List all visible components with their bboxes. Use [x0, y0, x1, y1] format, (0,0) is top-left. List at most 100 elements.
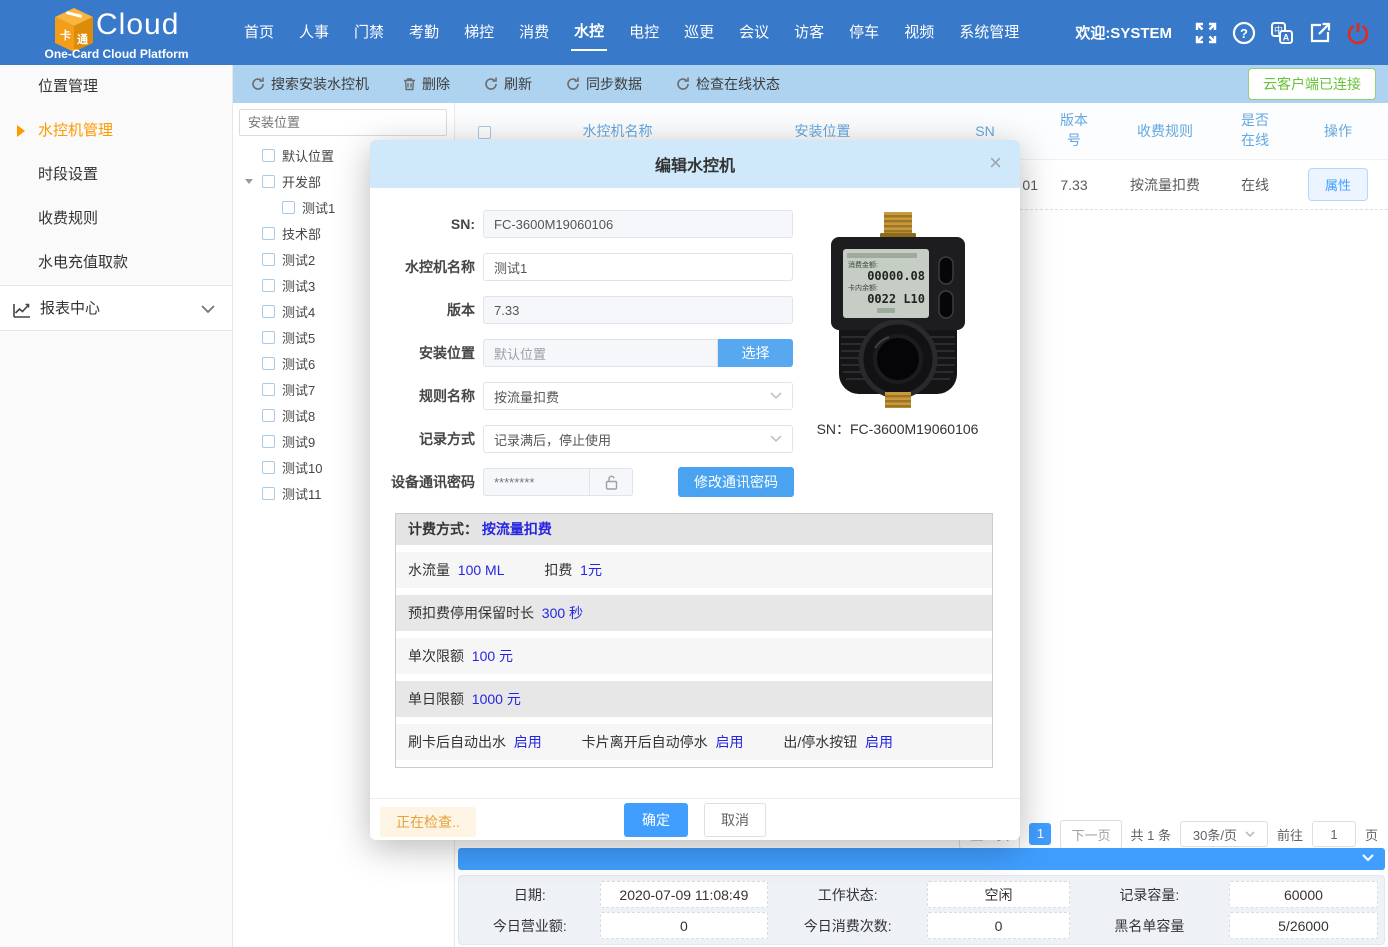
- cell-online-status: 在线: [1222, 175, 1288, 195]
- sn-label: SN:: [380, 216, 475, 232]
- single-limit-value-link[interactable]: 100 元: [472, 648, 513, 664]
- billing-method-row: 计费方式： 按流量扣费: [396, 514, 992, 545]
- nav-item-consume[interactable]: 消费: [516, 15, 552, 50]
- nav-item-patrol[interactable]: 巡更: [681, 15, 717, 50]
- status-label-today-revenue: 今日营业额:: [465, 912, 595, 939]
- svg-text:卡: 卡: [60, 28, 71, 42]
- status-label-today-consume-count: 今日消费次数:: [773, 912, 922, 939]
- col-header-fee-rule: 收费规则: [1108, 121, 1222, 141]
- cell-version: 7.33: [1040, 177, 1108, 193]
- checkbox[interactable]: [262, 409, 275, 422]
- nav-item-access[interactable]: 门禁: [351, 15, 387, 50]
- billing-method-label: 计费方式：: [408, 521, 478, 537]
- search-devices-button[interactable]: 搜索安装水控机: [251, 74, 369, 94]
- page-size-select[interactable]: 30条/页: [1180, 821, 1268, 847]
- flow-label: 水流量: [408, 562, 450, 578]
- select-all-checkbox[interactable]: [478, 126, 491, 139]
- edit-water-controller-dialog: 编辑水控机 × SN: 水控机名称 版本 安装位置 选择 规则名称 按流量扣费: [370, 140, 1020, 840]
- power-icon[interactable]: [1346, 21, 1370, 45]
- daily-limit-value-link[interactable]: 1000 元: [472, 691, 521, 707]
- checkbox[interactable]: [262, 175, 275, 188]
- goto-page-input[interactable]: [1312, 821, 1356, 847]
- button-label: 搜索安装水控机: [271, 74, 369, 94]
- checkbox[interactable]: [282, 201, 295, 214]
- nav-item-home[interactable]: 首页: [241, 15, 277, 50]
- nav-item-water[interactable]: 水控: [571, 14, 607, 51]
- sidebar-item-fee-rules[interactable]: 收费规则: [0, 197, 232, 241]
- nav-item-hr[interactable]: 人事: [296, 15, 332, 50]
- checkbox[interactable]: [262, 383, 275, 396]
- cell-fee-rule: 按流量扣费: [1108, 175, 1222, 195]
- button-label: 检查在线状态: [696, 74, 780, 94]
- ok-button[interactable]: 确定: [624, 803, 688, 837]
- checkbox[interactable]: [262, 331, 275, 344]
- col-header-online: 是否在线: [1239, 111, 1271, 150]
- checkbox[interactable]: [262, 279, 275, 292]
- auto-out-value-link[interactable]: 启用: [514, 734, 542, 750]
- change-password-button[interactable]: 修改通讯密码: [678, 467, 794, 497]
- sync-data-button[interactable]: 同步数据: [566, 74, 642, 94]
- switch-button-value-link[interactable]: 启用: [865, 734, 893, 750]
- refresh-button[interactable]: 刷新: [484, 74, 532, 94]
- location-field[interactable]: [483, 339, 718, 367]
- checkbox[interactable]: [262, 435, 275, 448]
- nav-item-parking[interactable]: 停车: [846, 15, 882, 50]
- fee-label: 扣费: [544, 562, 572, 578]
- dialog-form: SN: 水控机名称 版本 安装位置 选择 规则名称 按流量扣费 记录方式: [380, 210, 794, 511]
- translate-icon[interactable]: 中 A: [1270, 21, 1294, 45]
- sidebar-item-report-center[interactable]: 报表中心: [0, 285, 232, 331]
- svg-text:A: A: [1283, 32, 1290, 42]
- checkbox[interactable]: [262, 461, 275, 474]
- checkbox[interactable]: [262, 357, 275, 370]
- checkbox[interactable]: [262, 487, 275, 500]
- attributes-button[interactable]: 属性: [1308, 168, 1368, 201]
- close-icon[interactable]: ×: [989, 150, 1002, 176]
- status-value-date: 2020-07-09 11:08:49: [600, 881, 769, 908]
- nav-item-video[interactable]: 视频: [901, 15, 937, 50]
- sidebar-item-time-period[interactable]: 时段设置: [0, 153, 232, 197]
- nav-item-visitor[interactable]: 访客: [791, 15, 827, 50]
- next-page-button[interactable]: 下一页: [1060, 820, 1121, 849]
- page-number-1[interactable]: 1: [1029, 823, 1051, 845]
- checkbox[interactable]: [262, 253, 275, 266]
- nav-item-attendance[interactable]: 考勤: [406, 15, 442, 50]
- expander-icon[interactable]: [245, 179, 253, 184]
- single-limit-label: 单次限额: [408, 648, 464, 664]
- fullscreen-icon[interactable]: [1194, 21, 1218, 45]
- status-value-today-consume-count: 0: [927, 912, 1070, 939]
- nav-item-elevator[interactable]: 梯控: [461, 15, 497, 50]
- fee-value-link[interactable]: 1元: [580, 562, 602, 578]
- checkbox[interactable]: [262, 305, 275, 318]
- checkbox[interactable]: [262, 149, 275, 162]
- version-field[interactable]: [483, 296, 793, 324]
- rule-select[interactable]: 按流量扣费: [483, 382, 793, 410]
- comm-password-field[interactable]: [484, 469, 589, 495]
- location-filter-input[interactable]: [239, 109, 447, 136]
- choose-location-button[interactable]: 选择: [718, 339, 793, 367]
- prehold-value-link[interactable]: 300 秒: [542, 605, 583, 621]
- check-online-button[interactable]: 检查在线状态: [676, 74, 780, 94]
- tree-node-label: 测试7: [282, 380, 315, 399]
- record-mode-select[interactable]: 记录满后，停止使用: [483, 425, 793, 453]
- cancel-button[interactable]: 取消: [704, 803, 766, 837]
- new-window-icon[interactable]: [1308, 21, 1332, 45]
- nav-item-system[interactable]: 系统管理: [956, 15, 1022, 50]
- billing-method-link[interactable]: 按流量扣费: [482, 521, 552, 537]
- sidebar-item-water-device-mgmt[interactable]: 水控机管理: [0, 109, 232, 153]
- nav-item-meeting[interactable]: 会议: [736, 15, 772, 50]
- nav-item-electric[interactable]: 电控: [626, 15, 662, 50]
- sidebar-item-location-mgmt[interactable]: 位置管理: [0, 65, 232, 109]
- status-value-today-revenue: 0: [600, 912, 769, 939]
- cloud-client-status-button[interactable]: 云客户端已连接: [1248, 68, 1376, 100]
- help-icon[interactable]: ?: [1232, 21, 1256, 45]
- rule-name-label: 规则名称: [380, 386, 475, 406]
- auto-stop-value-link[interactable]: 启用: [715, 734, 743, 750]
- sidebar-item-recharge-withdraw[interactable]: 水电充值取款: [0, 241, 232, 285]
- device-name-field[interactable]: [483, 253, 793, 281]
- checkbox[interactable]: [262, 227, 275, 240]
- flow-value-link[interactable]: 100 ML: [458, 562, 505, 578]
- unlock-icon[interactable]: [589, 469, 632, 495]
- device-status-collapse-bar[interactable]: [458, 848, 1385, 870]
- delete-button[interactable]: 删除: [403, 74, 450, 94]
- sn-field[interactable]: [483, 210, 793, 238]
